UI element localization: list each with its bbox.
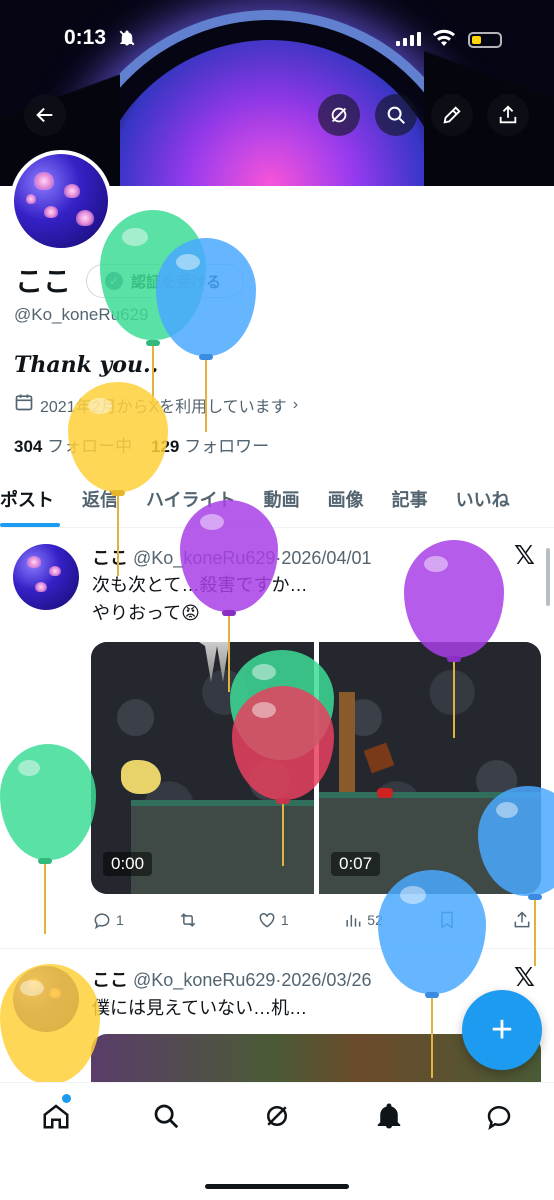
battery-icon — [468, 32, 502, 48]
bookmark-icon — [441, 911, 454, 929]
grok-icon — [331, 107, 347, 123]
get-verified-button[interactable]: ✓ 認証を受ける — [86, 264, 244, 298]
joined-text: 2021年2月からXを利用しています — [40, 398, 287, 416]
reply-button[interactable]: 1 — [92, 910, 124, 930]
views-icon — [346, 915, 361, 927]
follow-counts: 304 フォロー中 129 フォロワー — [14, 432, 269, 457]
profile-avatar[interactable] — [10, 150, 112, 252]
x-logo-icon: 𝕏 — [514, 540, 535, 570]
following-link[interactable]: 304 フォロー中 — [14, 437, 132, 456]
search-button[interactable] — [375, 94, 417, 136]
calendar-icon — [14, 392, 34, 417]
post-video-1[interactable]: 0:00 — [91, 642, 314, 894]
tab-highlights[interactable]: ハイライト — [132, 470, 250, 527]
profile-tabs: ポスト 返信 ハイライト 動画 画像 記事 いいね — [0, 470, 554, 528]
notification-dot — [62, 1094, 71, 1103]
post-date[interactable]: 2026/03/26 — [281, 970, 371, 990]
profile-bio: Thank you.. — [14, 352, 159, 378]
search-icon — [387, 106, 405, 124]
status-time: 0:13 — [64, 26, 107, 49]
share-post-button[interactable] — [512, 910, 532, 930]
post-text-line: 次も次とて…殺害ですか… — [92, 575, 308, 595]
following-count: 304 — [14, 437, 43, 456]
video-duration: 0:00 — [103, 852, 153, 876]
search-icon[interactable] — [149, 1099, 183, 1133]
bookmark-button[interactable] — [437, 910, 457, 930]
post-author-name[interactable]: ここ — [92, 970, 128, 990]
tab-articles[interactable]: 記事 — [378, 470, 442, 527]
cell-signal-icon — [396, 32, 421, 46]
bottom-navigation — [0, 1082, 554, 1200]
followers-link[interactable]: 129 フォロワー — [151, 437, 269, 456]
post-avatar[interactable] — [13, 544, 79, 610]
post-header: ここ @Ko_koneRu629·2026/03/26 — [92, 966, 371, 992]
post-divider — [0, 948, 554, 949]
post-text: 次も次とて…殺害ですか… やりおって😡 — [92, 571, 307, 627]
back-button[interactable] — [24, 94, 66, 136]
share-icon — [514, 911, 530, 928]
post-avatar[interactable] — [13, 966, 79, 1032]
balloon-green — [0, 744, 96, 944]
pencil-icon — [443, 106, 461, 124]
grok-icon[interactable] — [260, 1099, 294, 1133]
repost-icon — [181, 913, 196, 927]
share-icon — [499, 105, 517, 124]
tab-images[interactable]: 画像 — [314, 470, 378, 527]
tab-posts[interactable]: ポスト — [0, 470, 68, 527]
messages-icon[interactable] — [482, 1099, 516, 1133]
post-author-name[interactable]: ここ — [92, 548, 128, 568]
post-date[interactable]: 2026/04/01 — [281, 548, 371, 568]
post-author-handle[interactable]: @Ko_koneRu629 — [133, 970, 275, 990]
compose-button[interactable]: + — [462, 990, 542, 1070]
verified-badge-icon: ✓ — [105, 272, 123, 290]
post-header: ここ @Ko_koneRu629·2026/04/01 — [92, 544, 371, 570]
view-count: 52 — [367, 912, 383, 928]
heart-icon — [259, 912, 275, 928]
chevron-right-icon: › — [292, 395, 299, 413]
profile-handle: @Ko_koneRu629 — [14, 305, 149, 324]
home-icon[interactable] — [39, 1099, 73, 1133]
post-author-handle[interactable]: @Ko_koneRu629 — [133, 548, 275, 568]
followers-label: フォロワー — [184, 437, 270, 456]
views-button[interactable]: 52 — [343, 910, 383, 930]
reply-count: 1 — [116, 912, 124, 928]
post-text-line: やりおって — [92, 603, 182, 623]
profile-name: ここ — [15, 266, 72, 297]
status-bar: 0:13 — [0, 26, 554, 60]
grok-button[interactable] — [318, 94, 360, 136]
post-text: 僕には見えていない…机… — [92, 998, 308, 1018]
x-logo-icon: 𝕏 — [514, 962, 535, 992]
bell-off-icon — [118, 29, 136, 52]
angry-emoji: 😡 — [181, 603, 200, 623]
tab-replies[interactable]: 返信 — [68, 470, 132, 527]
like-button[interactable]: 1 — [257, 910, 289, 930]
followers-count: 129 — [151, 437, 180, 456]
video-duration: 0:07 — [331, 852, 381, 876]
back-arrow-icon — [36, 107, 53, 123]
like-count: 1 — [280, 912, 289, 928]
scrollbar[interactable] — [546, 548, 550, 606]
following-label: フォロー中 — [47, 437, 133, 456]
wifi-icon — [432, 27, 456, 53]
tab-likes[interactable]: いいね — [442, 470, 524, 527]
share-button[interactable] — [487, 94, 529, 136]
post-video-2[interactable]: 0:07 — [319, 642, 541, 894]
repost-button[interactable] — [178, 910, 202, 930]
notifications-icon[interactable] — [372, 1099, 406, 1133]
joined-date[interactable]: 2021年2月からXを利用しています › — [14, 392, 298, 417]
home-indicator — [205, 1184, 349, 1189]
edit-button[interactable] — [431, 94, 473, 136]
post-actions: 1 1 52 — [92, 906, 532, 934]
get-verified-label: 認証を受ける — [131, 273, 222, 291]
tab-videos[interactable]: 動画 — [250, 470, 314, 527]
reply-icon — [94, 913, 110, 930]
